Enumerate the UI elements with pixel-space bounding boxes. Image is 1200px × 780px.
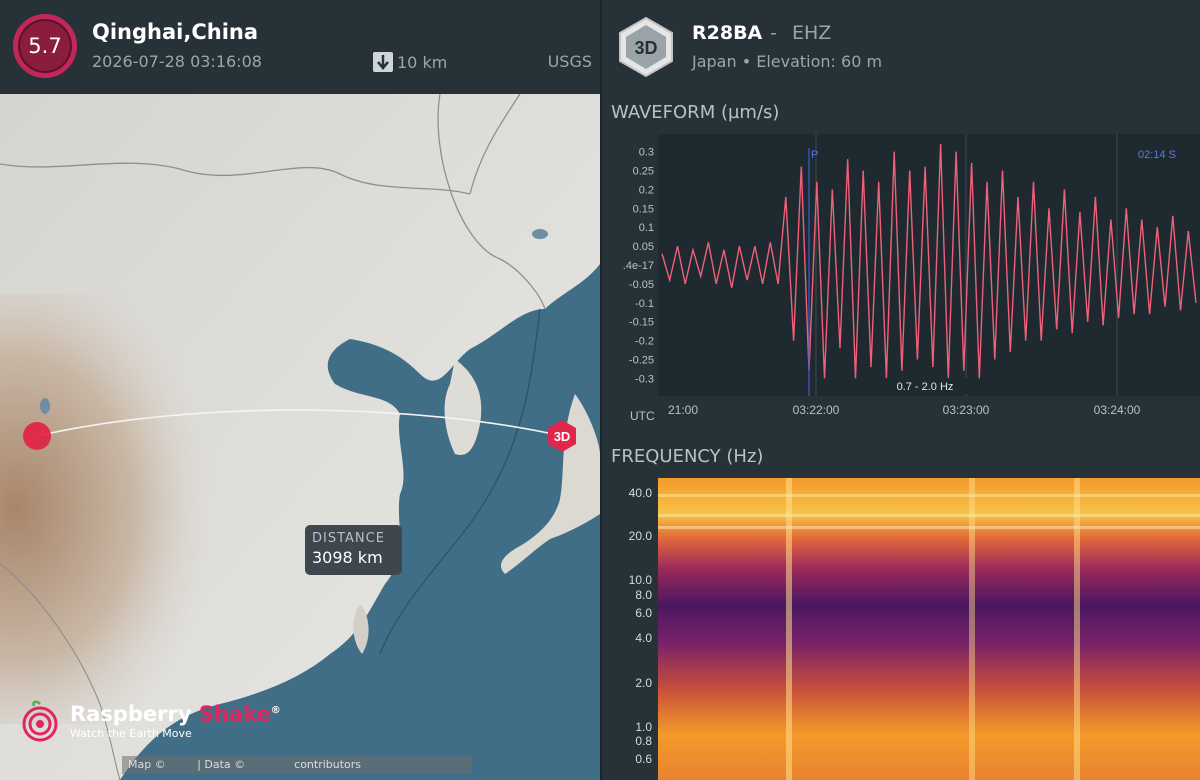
magnitude-value: 5.7: [28, 34, 62, 58]
attribution-link-1[interactable]: [169, 758, 193, 771]
waveform-x-tick: 21:00: [668, 403, 698, 417]
frequency-y-tick: 4.0: [635, 631, 652, 645]
station-location: Japan • Elevation: 60 m: [692, 52, 883, 71]
panel-divider: [600, 0, 602, 780]
attribution-link-2[interactable]: [249, 758, 291, 771]
depth-arrow-icon: [373, 52, 393, 72]
brand-tagline: Watch the Earth Move: [70, 727, 192, 740]
map-canvas: 3D: [0, 94, 600, 780]
waveform-title: WAVEFORM (µm/s): [611, 102, 780, 123]
waveform-y-tick: 0.1: [639, 222, 654, 234]
station-type-badge: 3D: [619, 16, 673, 78]
station-separator: -: [770, 22, 777, 44]
station-marker-label: 3D: [554, 429, 571, 444]
waveform-y-tick: 0.05: [633, 241, 654, 253]
frequency-y-tick: 0.8: [635, 734, 652, 748]
frequency-y-tick: 8.0: [635, 588, 652, 602]
station-code: R28BA: [692, 22, 763, 44]
distance-label: DISTANCE: [312, 531, 385, 546]
map-attribution: Map © | Data © contributors: [122, 756, 472, 774]
raspberry-shake-logo: Raspberry Shake® Watch the Earth Move: [22, 700, 281, 742]
brand-name-2: Shake: [198, 702, 271, 726]
waveform-y-tick: .4e-17: [623, 260, 654, 272]
s-arrival-label: 02:14 S: [1138, 149, 1176, 161]
x-axis-prefix: UTC: [630, 409, 655, 423]
raspberry-shake-icon: [22, 700, 58, 742]
event-source: USGS: [547, 52, 592, 71]
waveform-y-tick: 0.3: [639, 147, 654, 159]
waveform-y-tick: 0.15: [633, 203, 654, 215]
frequency-y-tick: 10.0: [629, 573, 653, 587]
waveform-chart[interactable]: 0.3 0.25 0.2 0.15 0.1 0.05 .4e-17 -0.05 -0.1 -0.1…: [606, 130, 1200, 430]
frequency-y-tick: 20.0: [629, 529, 653, 543]
spectrogram-streak: [1074, 478, 1080, 780]
brand-name-1: Raspberry: [70, 702, 192, 726]
waveform-x-tick: 03:22:00: [793, 403, 840, 417]
depth-value: 10 km: [397, 52, 448, 72]
waveform-x-tick: 03:23:00: [943, 403, 990, 417]
waveform-y-tick: -0.3: [635, 373, 654, 385]
filter-label: 0.7 - 2.0 Hz: [897, 381, 954, 393]
spectrogram-band: [658, 494, 1200, 497]
waveform-y-tick: -0.15: [629, 317, 654, 329]
magnitude-badge: 5.7: [13, 14, 77, 78]
frequency-y-tick: 6.0: [635, 606, 652, 620]
frequency-y-tick: 0.6: [635, 752, 652, 766]
waveform-y-tick: -0.1: [635, 298, 654, 310]
spectrogram-band: [658, 526, 1200, 529]
frequency-y-tick: 1.0: [635, 720, 652, 734]
waveform-y-tick: 0.2: [639, 184, 654, 196]
p-arrival-label: P: [811, 149, 818, 161]
event-map[interactable]: 3D DISTANCE 3098 km: [0, 94, 600, 780]
frequency-y-tick: 2.0: [635, 676, 652, 690]
spectrogram-image: [658, 478, 1200, 780]
event-depth: 10 km: [373, 52, 447, 72]
distance-tooltip: DISTANCE 3098 km: [305, 525, 402, 575]
station-channel: EHZ: [792, 22, 832, 44]
event-header: 5.7 Qinghai,China 2026-07-28 03:16:08 10…: [0, 0, 600, 94]
spectrogram-streak: [786, 478, 792, 780]
epicenter-marker[interactable]: [23, 422, 51, 450]
spectrogram-chart[interactable]: 40.0 20.0 10.08.0 6.0 4.0 2.0 1.00.8 0.6: [606, 474, 1200, 780]
brand-registered: ®: [270, 705, 281, 716]
spectrogram-band: [658, 514, 1200, 517]
frequency-y-tick: 40.0: [629, 486, 653, 500]
waveform-y-tick: 0.25: [633, 165, 654, 177]
station-badge-text: 3D: [634, 38, 657, 58]
waveform-y-tick: -0.05: [629, 279, 654, 291]
event-place: Qinghai,China: [92, 20, 259, 44]
waveform-x-tick: 03:24:00: [1094, 403, 1141, 417]
spectrogram-streak: [969, 478, 975, 780]
waveform-y-tick: -0.25: [629, 355, 654, 367]
distance-value: 3098 km: [312, 548, 383, 567]
event-time: 2026-07-28 03:16:08: [92, 52, 262, 71]
waveform-y-tick: -0.2: [635, 336, 654, 348]
frequency-title: FREQUENCY (Hz): [611, 446, 764, 467]
